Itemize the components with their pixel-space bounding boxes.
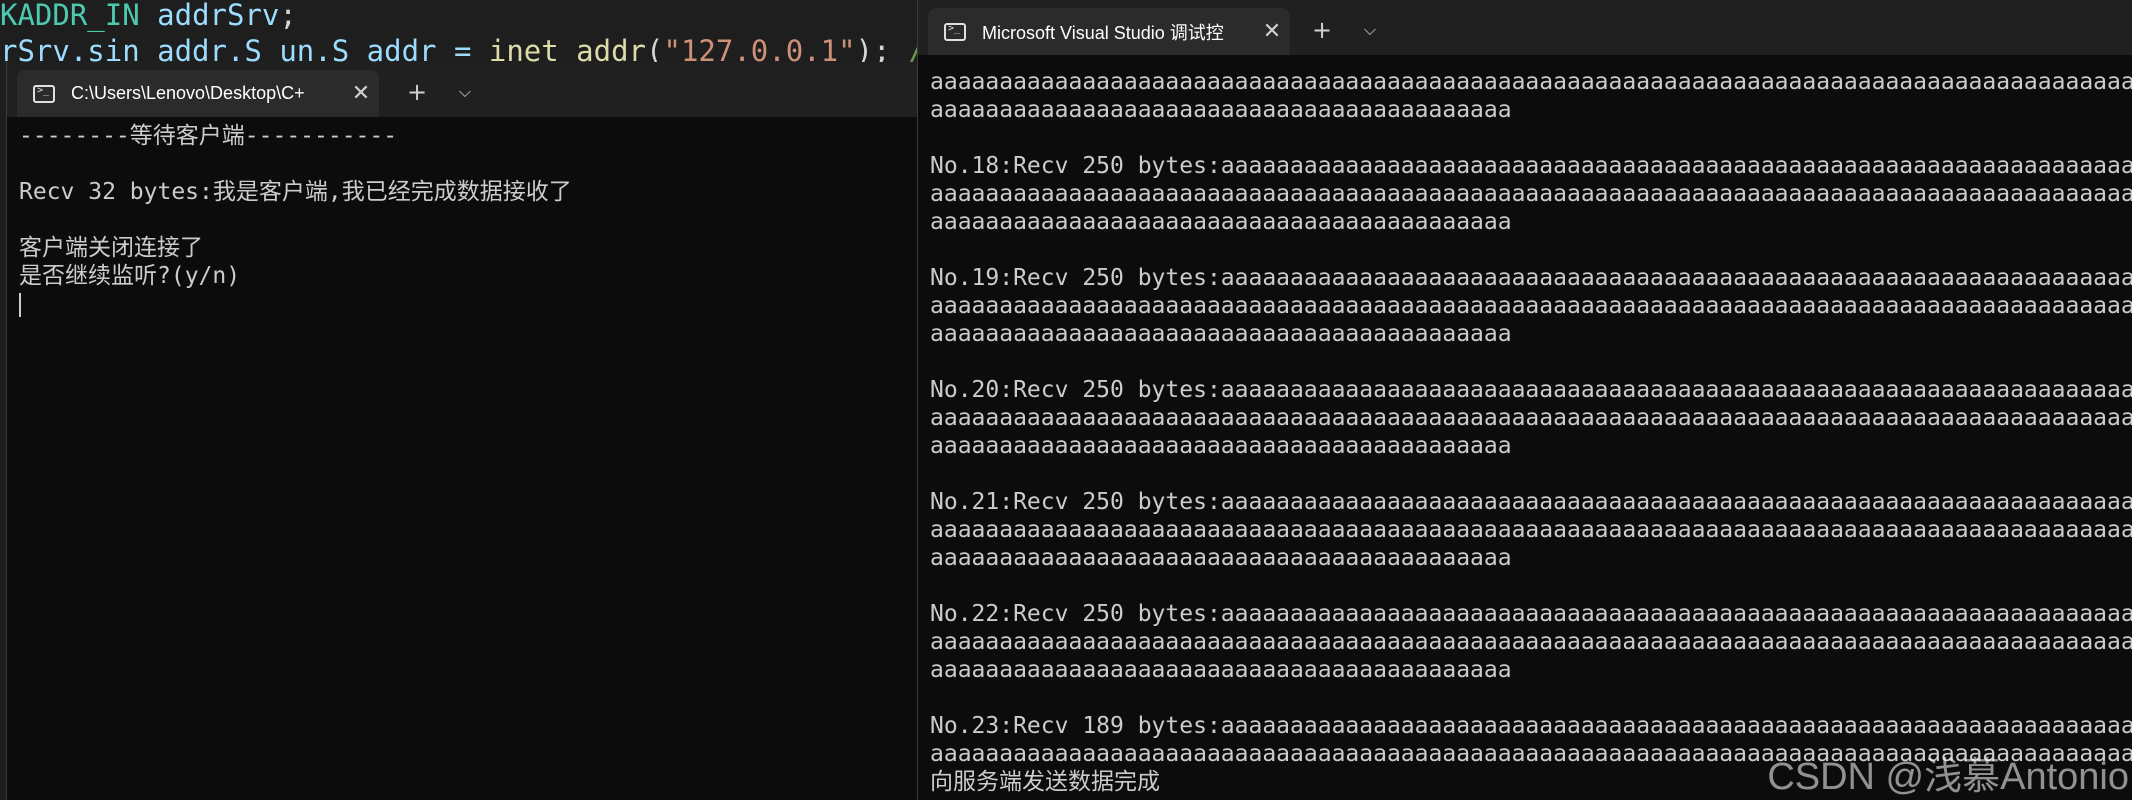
console-line: No.19:Recv 250 bytes:aaaaaaaaaaaaaaaaaaa…: [930, 265, 2132, 291]
console-line: aaaaaaaaaaaaaaaaaaaaaaaaaaaaaaaaaaaaaaaa…: [930, 545, 1512, 571]
console-line: Recv 32 bytes:我是客户端,我已经完成数据接收了: [19, 179, 572, 205]
tab-dropdown-button[interactable]: ⌵: [1352, 14, 1388, 46]
code-token-punct: ;: [279, 0, 297, 32]
console-line: aaaaaaaaaaaaaaaaaaaaaaaaaaaaaaaaaaaaaaaa…: [930, 181, 2132, 207]
close-tab-button[interactable]: ✕: [1254, 19, 1290, 44]
text-cursor: [19, 292, 21, 317]
console-line: aaaaaaaaaaaaaaaaaaaaaaaaaaaaaaaaaaaaaaaa…: [930, 69, 2132, 95]
close-tab-button[interactable]: ✕: [343, 81, 379, 106]
terminal-tab[interactable]: C:\Users\Lenovo\Desktop\C+ ✕: [17, 70, 379, 117]
console-line: No.23:Recv 189 bytes:aaaaaaaaaaaaaaaaaaa…: [930, 713, 2132, 739]
terminal-icon: [944, 22, 966, 41]
terminal-tab[interactable]: Microsoft Visual Studio 调试控 ✕: [928, 8, 1290, 55]
console-line: aaaaaaaaaaaaaaaaaaaaaaaaaaaaaaaaaaaaaaaa…: [930, 517, 2132, 543]
console-input-line[interactable]: [19, 290, 919, 318]
console-output[interactable]: aaaaaaaaaaaaaaaaaaaaaaaaaaaaaaaaaaaaaaaa…: [930, 68, 2132, 796]
new-tab-button[interactable]: +: [1304, 14, 1340, 46]
console-line: No.21:Recv 250 bytes:aaaaaaaaaaaaaaaaaaa…: [930, 489, 2132, 515]
console-line: aaaaaaaaaaaaaaaaaaaaaaaaaaaaaaaaaaaaaaaa…: [930, 657, 1512, 683]
console-line: 客户端关闭连接了: [19, 235, 203, 261]
watermark: CSDN @浅慕Antonio: [1767, 756, 2129, 798]
code-line: KADDR_IN addrSrv;: [0, 0, 297, 32]
client-terminal-window[interactable]: Microsoft Visual Studio 调试控 ✕ + ⌵ aaaaaa…: [917, 0, 2132, 800]
console-line: aaaaaaaaaaaaaaaaaaaaaaaaaaaaaaaaaaaaaaaa…: [930, 321, 1512, 347]
console-line: aaaaaaaaaaaaaaaaaaaaaaaaaaaaaaaaaaaaaaaa…: [930, 433, 1512, 459]
code-token-type: KADDR_IN: [0, 0, 140, 32]
tab-bar: Microsoft Visual Studio 调试控 ✕ + ⌵: [918, 0, 2132, 55]
code-token-variable: addrSrv: [157, 0, 280, 32]
new-tab-button[interactable]: +: [399, 76, 435, 108]
tab-dropdown-button[interactable]: ⌵: [447, 76, 483, 108]
tab-title: Microsoft Visual Studio 调试控: [982, 22, 1224, 43]
console-line: aaaaaaaaaaaaaaaaaaaaaaaaaaaaaaaaaaaaaaaa…: [930, 629, 2132, 655]
console-line: No.22:Recv 250 bytes:aaaaaaaaaaaaaaaaaaa…: [930, 601, 2132, 627]
console-output[interactable]: --------等待客户端----------- Recv 32 bytes:我是…: [19, 122, 919, 318]
terminal-icon: [33, 84, 55, 103]
tab-title: C:\Users\Lenovo\Desktop\C+: [71, 83, 305, 103]
console-line: 是否继续监听?(y/n): [19, 263, 241, 289]
console-line: aaaaaaaaaaaaaaaaaaaaaaaaaaaaaaaaaaaaaaaa…: [930, 405, 2132, 431]
console-line: aaaaaaaaaaaaaaaaaaaaaaaaaaaaaaaaaaaaaaaa…: [930, 293, 2132, 319]
console-line: --------等待客户端-----------: [19, 123, 398, 149]
console-line: aaaaaaaaaaaaaaaaaaaaaaaaaaaaaaaaaaaaaaaa…: [930, 209, 1512, 235]
console-line: No.20:Recv 250 bytes:aaaaaaaaaaaaaaaaaaa…: [930, 377, 2132, 403]
server-terminal-window[interactable]: C:\Users\Lenovo\Desktop\C+ ✕ + ⌵ -------…: [6, 62, 919, 800]
tab-bar: C:\Users\Lenovo\Desktop\C+ ✕ + ⌵: [7, 62, 919, 117]
console-line: aaaaaaaaaaaaaaaaaaaaaaaaaaaaaaaaaaaaaaaa…: [930, 97, 1512, 123]
console-line: No.18:Recv 250 bytes:aaaaaaaaaaaaaaaaaaa…: [930, 153, 2132, 179]
